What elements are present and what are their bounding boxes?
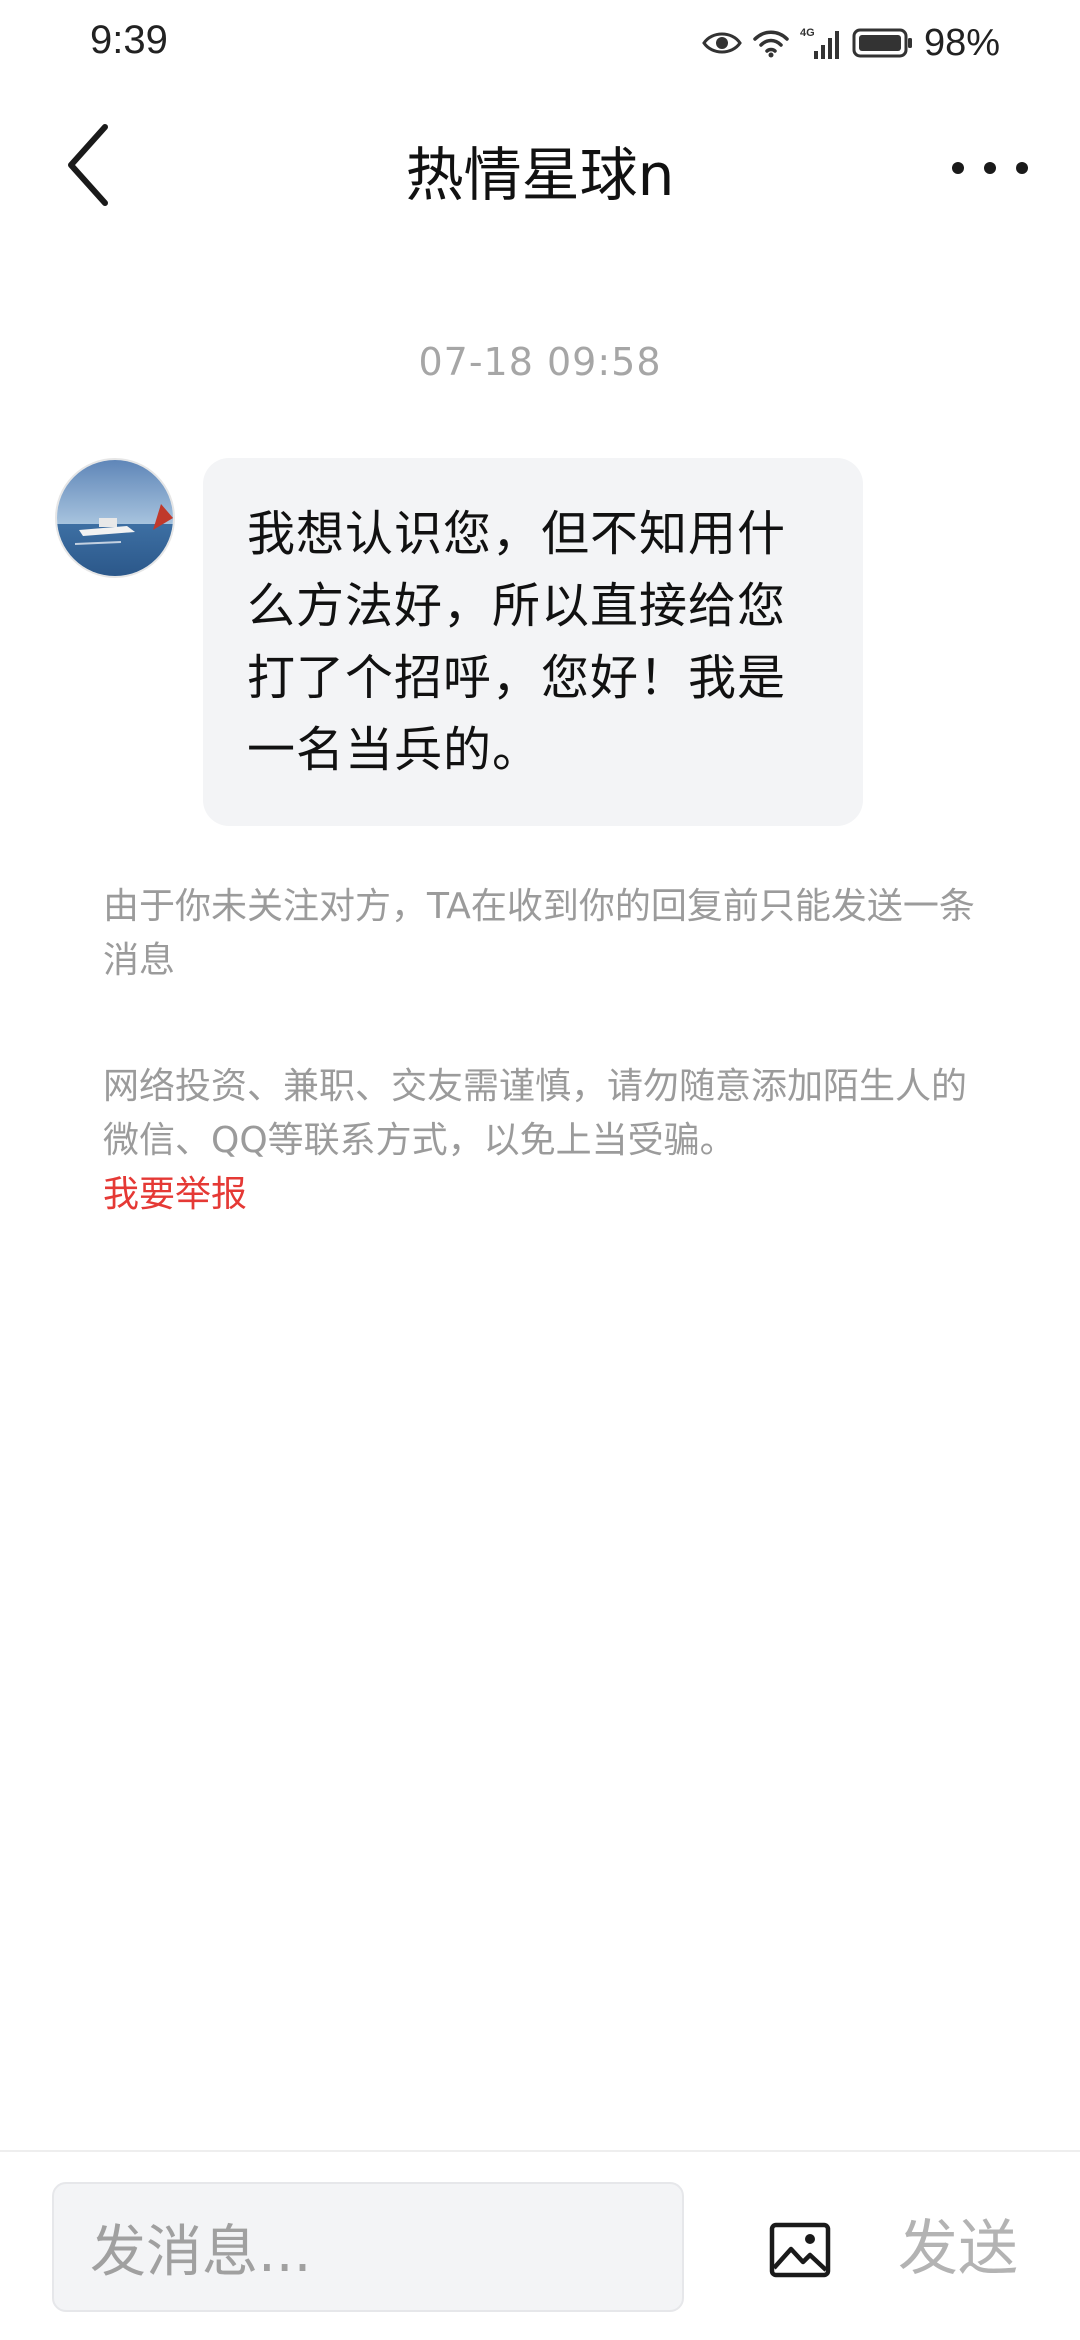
battery-icon [852, 27, 914, 59]
chat-title: 热情星球n [405, 141, 675, 209]
network-type-label: 4G [800, 27, 815, 39]
chat-header: 热情星球n [0, 100, 1080, 230]
follow-limit-notice: 由于你未关注对方，TA在收到你的回复前只能发送一条消息 [103, 886, 975, 981]
safety-warning-text: 网络投资、兼职、交友需谨慎，请勿随意添加陌生人的微信、QQ等联系方式，以免上当受… [103, 1066, 968, 1161]
message-input-bar: 发消息... 发送 [0, 2150, 1080, 2340]
status-icons: 4G 98% [702, 18, 1000, 68]
message-timestamp: 07-18 09:58 [418, 340, 662, 384]
send-button[interactable]: 发送 [898, 2200, 1018, 2287]
chat-screen: 9:39 4G 98% 热情星球n 07-18 09:58 我想认识您，但不知用… [0, 0, 1080, 2340]
image-icon [769, 2222, 831, 2278]
wifi-icon [752, 27, 790, 59]
report-link[interactable]: 我要举报 [103, 1168, 983, 1222]
status-time: 9:39 [90, 18, 168, 62]
signal-icon: 4G [800, 25, 842, 61]
eye-icon [702, 28, 742, 58]
message-input[interactable]: 发消息... [52, 2182, 684, 2312]
status-bar: 9:39 4G 98% [0, 0, 1080, 90]
battery-percent: 98% [923, 21, 1000, 64]
more-horizontal-icon [952, 162, 1028, 174]
safety-warning-notice: 网络投资、兼职、交友需谨慎，请勿随意添加陌生人的微信、QQ等联系方式，以免上当受… [103, 1060, 983, 1222]
message-bubble[interactable]: 我想认识您，但不知用什么方法好，所以直接给您打了个招呼，您好！我是一名当兵的。 [203, 458, 863, 826]
more-options-button[interactable] [940, 128, 1040, 208]
avatar[interactable] [55, 458, 175, 578]
image-button[interactable] [760, 2210, 840, 2290]
